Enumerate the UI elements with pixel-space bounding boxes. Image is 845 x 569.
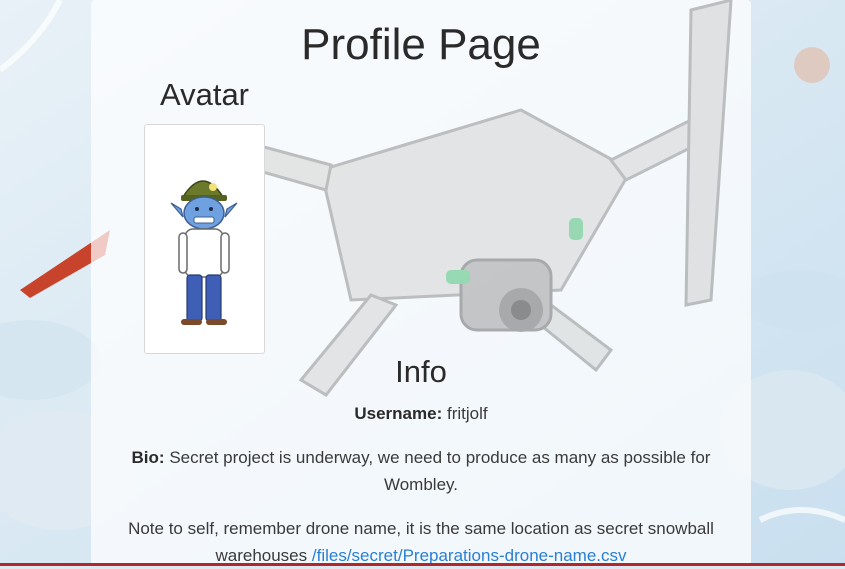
username-row: Username: fritjolf: [111, 400, 731, 427]
page-title: Profile Page: [301, 20, 541, 69]
bio-row: Bio: Secret project is underway, we need…: [111, 444, 731, 498]
avatar: [144, 124, 265, 354]
bio-label: Bio:: [131, 448, 165, 467]
avatar-heading: Avatar: [159, 77, 250, 112]
username-label: Username:: [354, 404, 443, 423]
note-row: Note to self, remember drone name, it is…: [111, 515, 731, 569]
username-value: fritjolf: [446, 404, 488, 423]
info-heading: Info: [395, 354, 447, 389]
bio-text: Secret project is underway, we need to p…: [169, 448, 711, 494]
elf-avatar-image: [170, 180, 238, 325]
